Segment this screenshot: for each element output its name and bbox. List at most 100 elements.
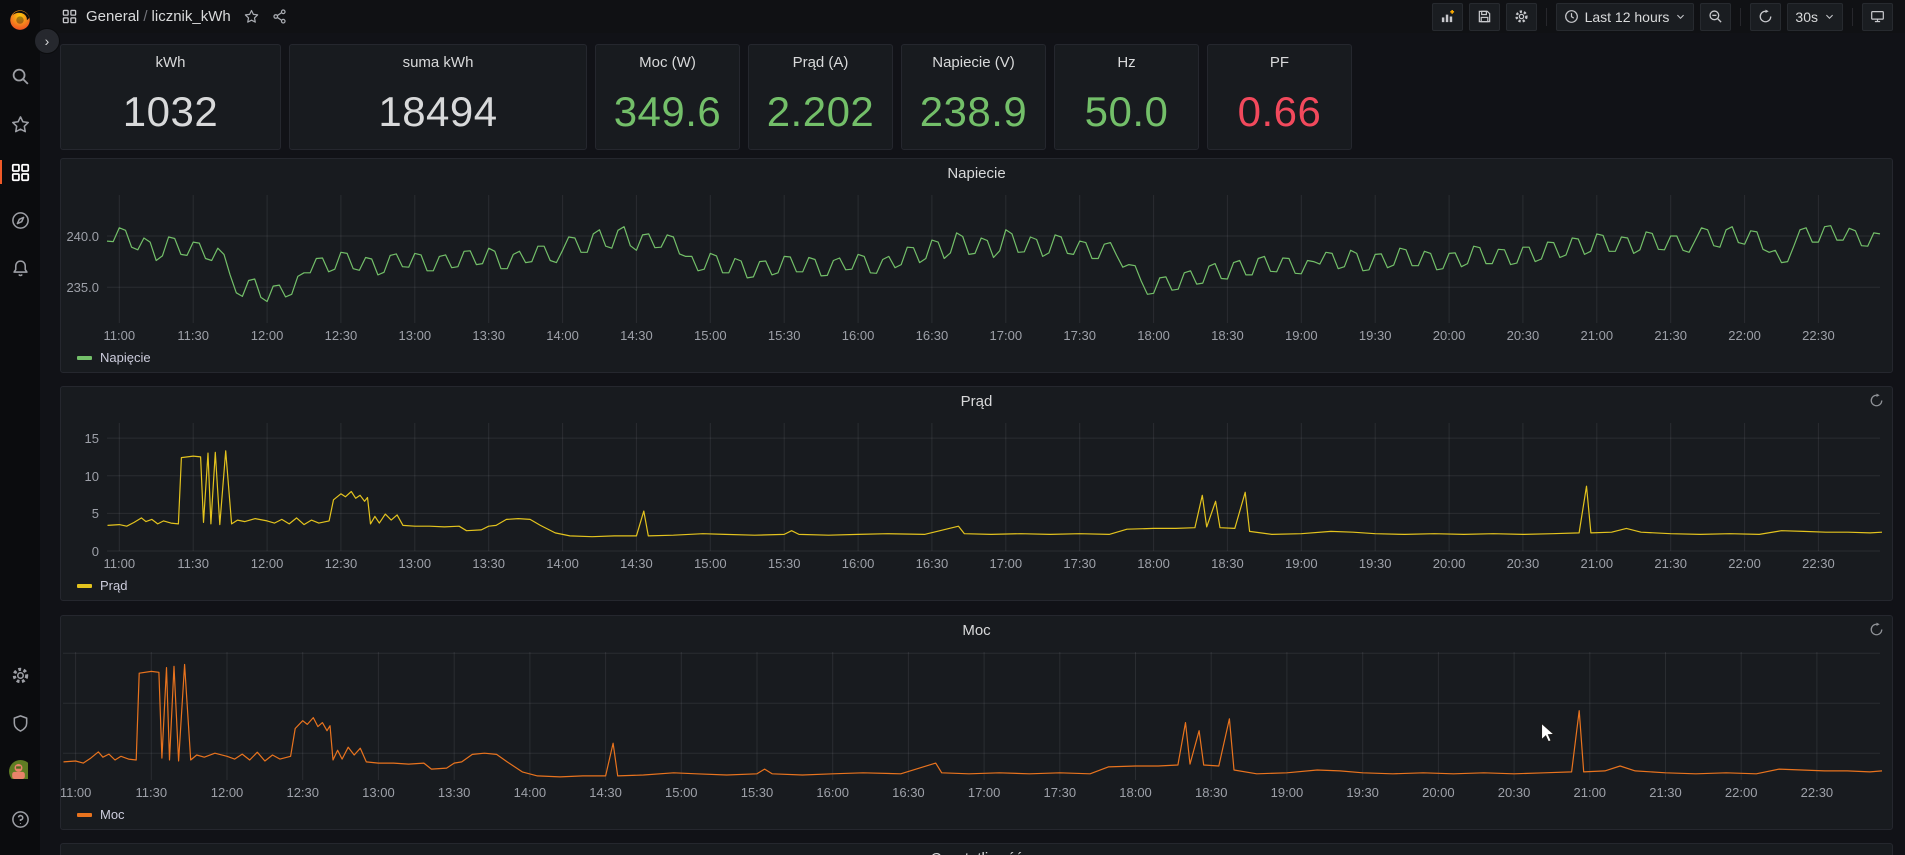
x-axis-tick: 13:00 [399,328,432,343]
stat-panel-hz: Hz 50.0 [1054,44,1199,150]
search-icon[interactable] [0,62,40,90]
panel-title[interactable]: suma kWh [290,45,586,71]
refresh-dashboard-button[interactable] [1750,3,1781,31]
x-axis-tick: 21:30 [1654,328,1687,343]
x-axis-tick: 11:00 [104,556,136,571]
help-icon[interactable] [0,805,40,833]
stat-value: 18494 [290,75,586,149]
panel-title[interactable]: Moc (W) [596,45,739,71]
x-axis-tick: 19:00 [1285,556,1318,571]
panel-title[interactable]: Napiecie [61,165,1892,182]
x-axis-tick: 19:00 [1271,785,1304,800]
x-axis-tick: 19:00 [1285,328,1318,343]
x-axis-tick: 18:00 [1137,556,1170,571]
save-dashboard-button[interactable] [1469,3,1500,31]
panel-title[interactable]: kWh [61,45,280,71]
x-axis-tick: 12:00 [251,556,284,571]
x-axis-tick: 20:00 [1433,328,1466,343]
legend-item[interactable]: Moc [77,807,125,822]
panel-title[interactable]: Prąd (A) [749,45,892,71]
legend-item[interactable]: Napięcie [77,350,151,365]
x-axis-tick: 18:00 [1119,785,1152,800]
time-range-picker[interactable]: Last 12 hours [1556,3,1695,31]
topbar-divider [1852,8,1853,26]
breadcrumb-section[interactable]: General [86,8,139,25]
alerting-bell-icon[interactable] [0,254,40,282]
time-range-label: Last 12 hours [1585,9,1670,25]
y-axis-tick: 0 [61,544,99,559]
x-axis-tick: 14:30 [620,328,653,343]
time-series-plot[interactable] [107,195,1880,323]
panel-title[interactable]: Napiecie (V) [902,45,1045,71]
time-series-plot[interactable] [107,423,1880,551]
cycle-view-mode-button[interactable] [1862,3,1893,31]
sidebar-expand-button[interactable]: › [34,28,60,54]
x-axis-tick: 17:00 [990,556,1023,571]
explore-compass-icon[interactable] [0,206,40,234]
sidebar [0,0,40,855]
x-axis-tick: 16:00 [816,785,849,800]
admin-shield-icon[interactable] [0,709,40,737]
x-axis-tick: 17:30 [1063,328,1096,343]
x-axis-tick: 13:00 [362,785,395,800]
starred-icon[interactable] [0,110,40,138]
x-axis-tick: 11:00 [60,785,91,800]
x-axis-tick: 17:00 [990,328,1023,343]
x-axis-tick: 19:30 [1359,556,1392,571]
x-axis-tick: 18:30 [1211,556,1244,571]
x-axis-tick: 12:00 [251,328,284,343]
panel-title[interactable]: Prąd [61,393,1892,410]
x-axis-tick: 20:30 [1507,556,1540,571]
legend-label: Napięcie [100,350,151,365]
panel-title[interactable]: Moc [61,622,1892,639]
settings-gear-icon[interactable] [0,661,40,689]
x-axis-tick: 22:00 [1725,785,1758,800]
legend-item[interactable]: Prąd [77,578,127,593]
panel-title[interactable]: Częstotliwość [61,850,1892,855]
add-panel-button[interactable] [1432,3,1463,31]
topbar-divider [1546,8,1547,26]
x-axis-tick: 20:00 [1422,785,1455,800]
x-axis-tick: 11:30 [177,328,209,343]
sidebar-item-dashboards[interactable] [0,158,40,186]
time-series-plot[interactable] [63,652,1880,780]
panel-refresh-icon[interactable] [1869,393,1884,408]
x-axis-tick: 22:30 [1801,785,1834,800]
clock-icon [1564,9,1579,24]
x-axis-tick: 18:30 [1195,785,1228,800]
share-dashboard-icon[interactable] [272,9,287,24]
x-axis-tick: 15:30 [741,785,774,800]
tv-icon [1870,9,1885,24]
legend-label: Moc [100,807,125,822]
grafana-logo[interactable] [7,6,33,32]
breadcrumb[interactable]: General/licznik_kWh [86,8,231,25]
x-axis-tick: 20:00 [1433,556,1466,571]
y-axis-tick: 15 [61,431,99,446]
x-axis-tick: 22:00 [1728,328,1761,343]
refresh-interval-picker[interactable]: 30s [1787,3,1843,31]
x-axis-tick: 18:00 [1137,328,1170,343]
zoom-out-button[interactable] [1700,3,1731,31]
breadcrumb-page[interactable]: licznik_kWh [152,8,231,25]
x-axis-tick: 16:30 [916,328,949,343]
y-axis-tick: 240.0 [61,229,99,244]
panel-title[interactable]: PF [1208,45,1351,71]
topbar-divider [1740,8,1741,26]
panel-refresh-icon[interactable] [1869,622,1884,637]
stat-value: 2.202 [749,75,892,149]
x-axis-tick: 19:30 [1359,328,1392,343]
user-avatar[interactable] [0,757,40,785]
dashboard-settings-button[interactable] [1506,3,1537,31]
x-axis-tick: 20:30 [1507,328,1540,343]
x-axis-tick: 16:00 [842,556,875,571]
stat-value: 50.0 [1055,75,1198,149]
legend-swatch [77,584,92,588]
x-axis-tick: 12:30 [286,785,319,800]
chart-panel-napiecie: Napiecie Napięcie 11:0011:3012:0012:3013… [60,158,1893,373]
x-axis-tick: 18:30 [1211,328,1244,343]
stat-value: 1032 [61,75,280,149]
star-dashboard-icon[interactable] [244,9,259,24]
y-axis-tick: 5 [61,506,99,521]
panel-title[interactable]: Hz [1055,45,1198,71]
x-axis-tick: 21:30 [1654,556,1687,571]
